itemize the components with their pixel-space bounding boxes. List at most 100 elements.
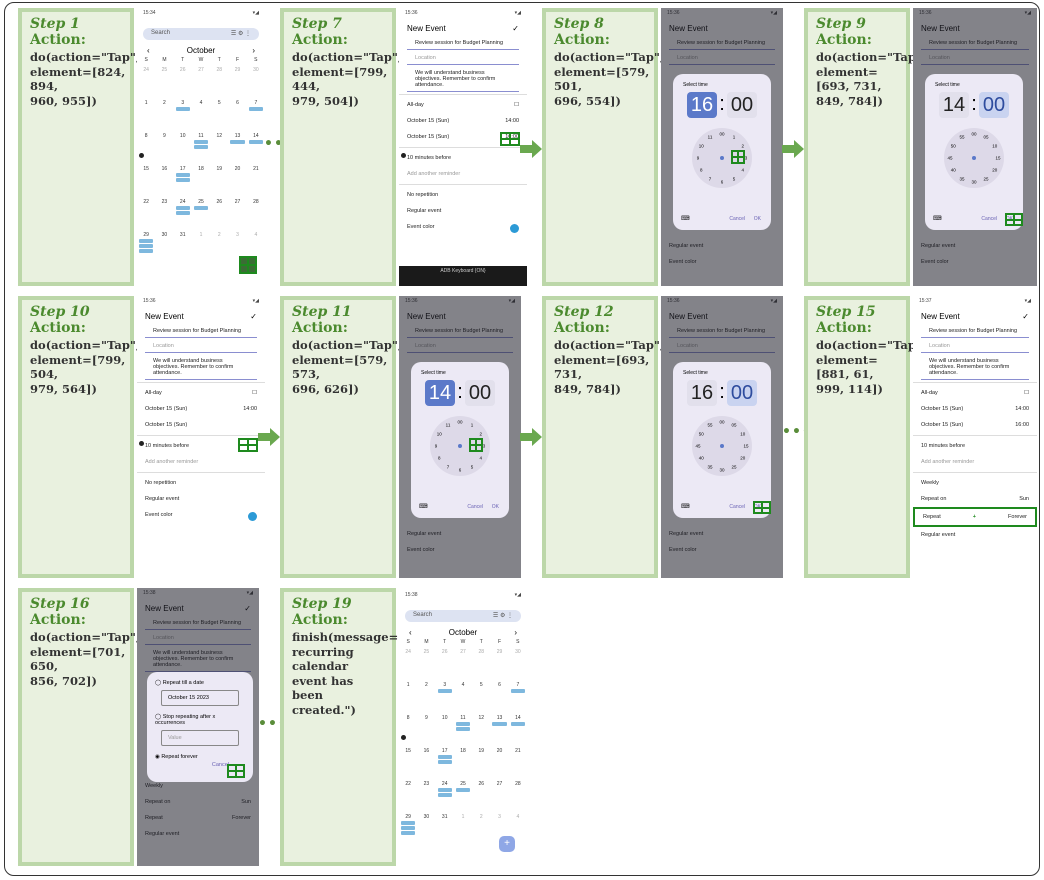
event-title-field[interactable]: Review session for Budget Planning xyxy=(145,325,257,338)
day-cell[interactable]: 23 xyxy=(155,199,173,232)
event-chip[interactable] xyxy=(175,211,190,215)
day-cell[interactable]: 24 xyxy=(137,67,155,100)
value-field[interactable]: Value xyxy=(161,730,239,746)
day-cell[interactable]: 15 xyxy=(137,166,155,199)
end-row[interactable]: October 15 (Sun) xyxy=(137,417,265,433)
clock-number[interactable]: 30 xyxy=(719,468,724,473)
clock-number[interactable]: 9 xyxy=(697,156,700,161)
day-cell[interactable]: 17 xyxy=(174,166,192,199)
day-cell[interactable]: 31 xyxy=(436,814,454,847)
description-field[interactable]: We will understand business objectives. … xyxy=(145,355,257,380)
event-chip[interactable] xyxy=(437,689,452,693)
clock-number[interactable]: 20 xyxy=(740,456,745,461)
event-chip[interactable] xyxy=(437,760,452,764)
clock-number[interactable]: 6 xyxy=(459,468,462,473)
event-chip[interactable] xyxy=(437,755,452,759)
day-cell[interactable]: 14 xyxy=(509,715,527,748)
day-cell[interactable]: 30 xyxy=(509,649,527,682)
clock-number[interactable]: 5 xyxy=(733,176,736,181)
event-chip[interactable] xyxy=(230,140,245,144)
clock-number[interactable]: 35 xyxy=(959,176,964,181)
day-cell[interactable]: 28 xyxy=(509,781,527,814)
event-type-row[interactable]: Regular event xyxy=(399,203,527,219)
cancel-button[interactable]: Cancel xyxy=(729,216,745,222)
repeat-after-option[interactable]: ◯ Stop repeating after x occurrences xyxy=(147,708,253,728)
day-cell[interactable]: 8 xyxy=(399,715,417,748)
day-cell[interactable]: 1 xyxy=(192,232,210,265)
day-cell[interactable]: 31 xyxy=(174,232,192,265)
cancel-button[interactable]: Cancel xyxy=(467,504,483,510)
next-month-icon[interactable]: › xyxy=(252,46,255,55)
day-cell[interactable]: 19 xyxy=(210,166,228,199)
day-cell[interactable]: 10 xyxy=(174,133,192,166)
day-cell[interactable]: 27 xyxy=(228,199,246,232)
clock-number[interactable]: 40 xyxy=(951,168,956,173)
event-chip[interactable] xyxy=(139,239,154,243)
event-chip[interactable] xyxy=(139,249,154,253)
clock-number[interactable]: 15 xyxy=(743,444,748,449)
clock-number[interactable]: 10 xyxy=(699,144,704,149)
day-cell[interactable]: 13 xyxy=(490,715,508,748)
day-cell[interactable]: 28 xyxy=(247,199,265,232)
day-cell[interactable]: 8 xyxy=(137,133,155,166)
clock-number[interactable]: 30 xyxy=(971,180,976,185)
day-cell[interactable]: 21 xyxy=(509,748,527,781)
day-cell[interactable]: 17 xyxy=(436,748,454,781)
day-cell[interactable]: 12 xyxy=(210,133,228,166)
day-cell[interactable]: 30 xyxy=(247,67,265,100)
description-field[interactable]: We will understand business objectives. … xyxy=(921,355,1029,380)
clock-number[interactable]: 1 xyxy=(733,135,736,140)
day-cell[interactable]: 14 xyxy=(247,133,265,166)
clock-number[interactable]: 00 xyxy=(719,420,724,425)
clock-number[interactable]: 10 xyxy=(992,144,997,149)
day-cell[interactable]: 6 xyxy=(490,682,508,715)
event-chip[interactable] xyxy=(401,826,416,830)
day-cell[interactable]: 5 xyxy=(210,100,228,133)
day-cell[interactable]: 18 xyxy=(192,166,210,199)
weekly-row[interactable]: Weekly xyxy=(913,475,1037,491)
day-cell[interactable]: 4 xyxy=(454,682,472,715)
day-cell[interactable]: 15 xyxy=(399,748,417,781)
day-cell[interactable]: 2 xyxy=(210,232,228,265)
day-cell[interactable]: 11 xyxy=(192,133,210,166)
day-cell[interactable]: 29 xyxy=(490,649,508,682)
day-cell[interactable]: 16 xyxy=(155,166,173,199)
clock-number[interactable]: 25 xyxy=(731,464,736,469)
event-chip[interactable] xyxy=(510,722,525,726)
repeat-row[interactable]: Repeat + Forever xyxy=(913,507,1037,527)
clock-number[interactable]: 2 xyxy=(742,144,745,149)
day-cell[interactable]: 3 xyxy=(174,100,192,133)
day-cell[interactable]: 25 xyxy=(192,199,210,232)
day-cell[interactable]: 24 xyxy=(174,199,192,232)
day-cell[interactable]: 30 xyxy=(417,814,435,847)
day-cell[interactable]: 27 xyxy=(192,67,210,100)
event-chip[interactable] xyxy=(455,788,471,792)
clock-number[interactable]: 3 xyxy=(483,444,486,449)
clock-number[interactable]: 2 xyxy=(480,432,483,437)
day-cell[interactable]: 27 xyxy=(490,781,508,814)
clock-number[interactable]: 1 xyxy=(471,423,474,428)
day-cell[interactable]: 29 xyxy=(228,67,246,100)
clock-number[interactable]: 50 xyxy=(699,432,704,437)
day-cell[interactable]: 26 xyxy=(210,199,228,232)
ok-button[interactable]: OK xyxy=(492,504,499,510)
clock-number[interactable]: 50 xyxy=(951,144,956,149)
event-type-row[interactable]: Regular event xyxy=(913,527,1037,543)
clock-number[interactable]: 3 xyxy=(745,156,748,161)
day-cell[interactable]: 20 xyxy=(490,748,508,781)
reminder-row[interactable]: 10 minutes before xyxy=(399,150,527,166)
day-cell[interactable]: 1 xyxy=(454,814,472,847)
day-cell[interactable]: 26 xyxy=(174,67,192,100)
ok-button[interactable]: OK xyxy=(754,216,761,222)
event-chip[interactable] xyxy=(437,788,452,792)
day-cell[interactable]: 13 xyxy=(228,133,246,166)
day-cell[interactable]: 28 xyxy=(472,649,490,682)
day-cell[interactable]: 12 xyxy=(472,715,490,748)
event-chip[interactable] xyxy=(510,689,525,693)
minute-field[interactable]: 00 xyxy=(979,92,1009,118)
calendar-search[interactable]: Search ☰ ⚙ ⋮ xyxy=(405,610,521,622)
clock-number[interactable]: 00 xyxy=(719,132,724,137)
description-field[interactable]: We will understand business objectives. … xyxy=(407,67,519,92)
day-cell[interactable]: 23 xyxy=(417,781,435,814)
day-cell[interactable]: 25 xyxy=(454,781,472,814)
